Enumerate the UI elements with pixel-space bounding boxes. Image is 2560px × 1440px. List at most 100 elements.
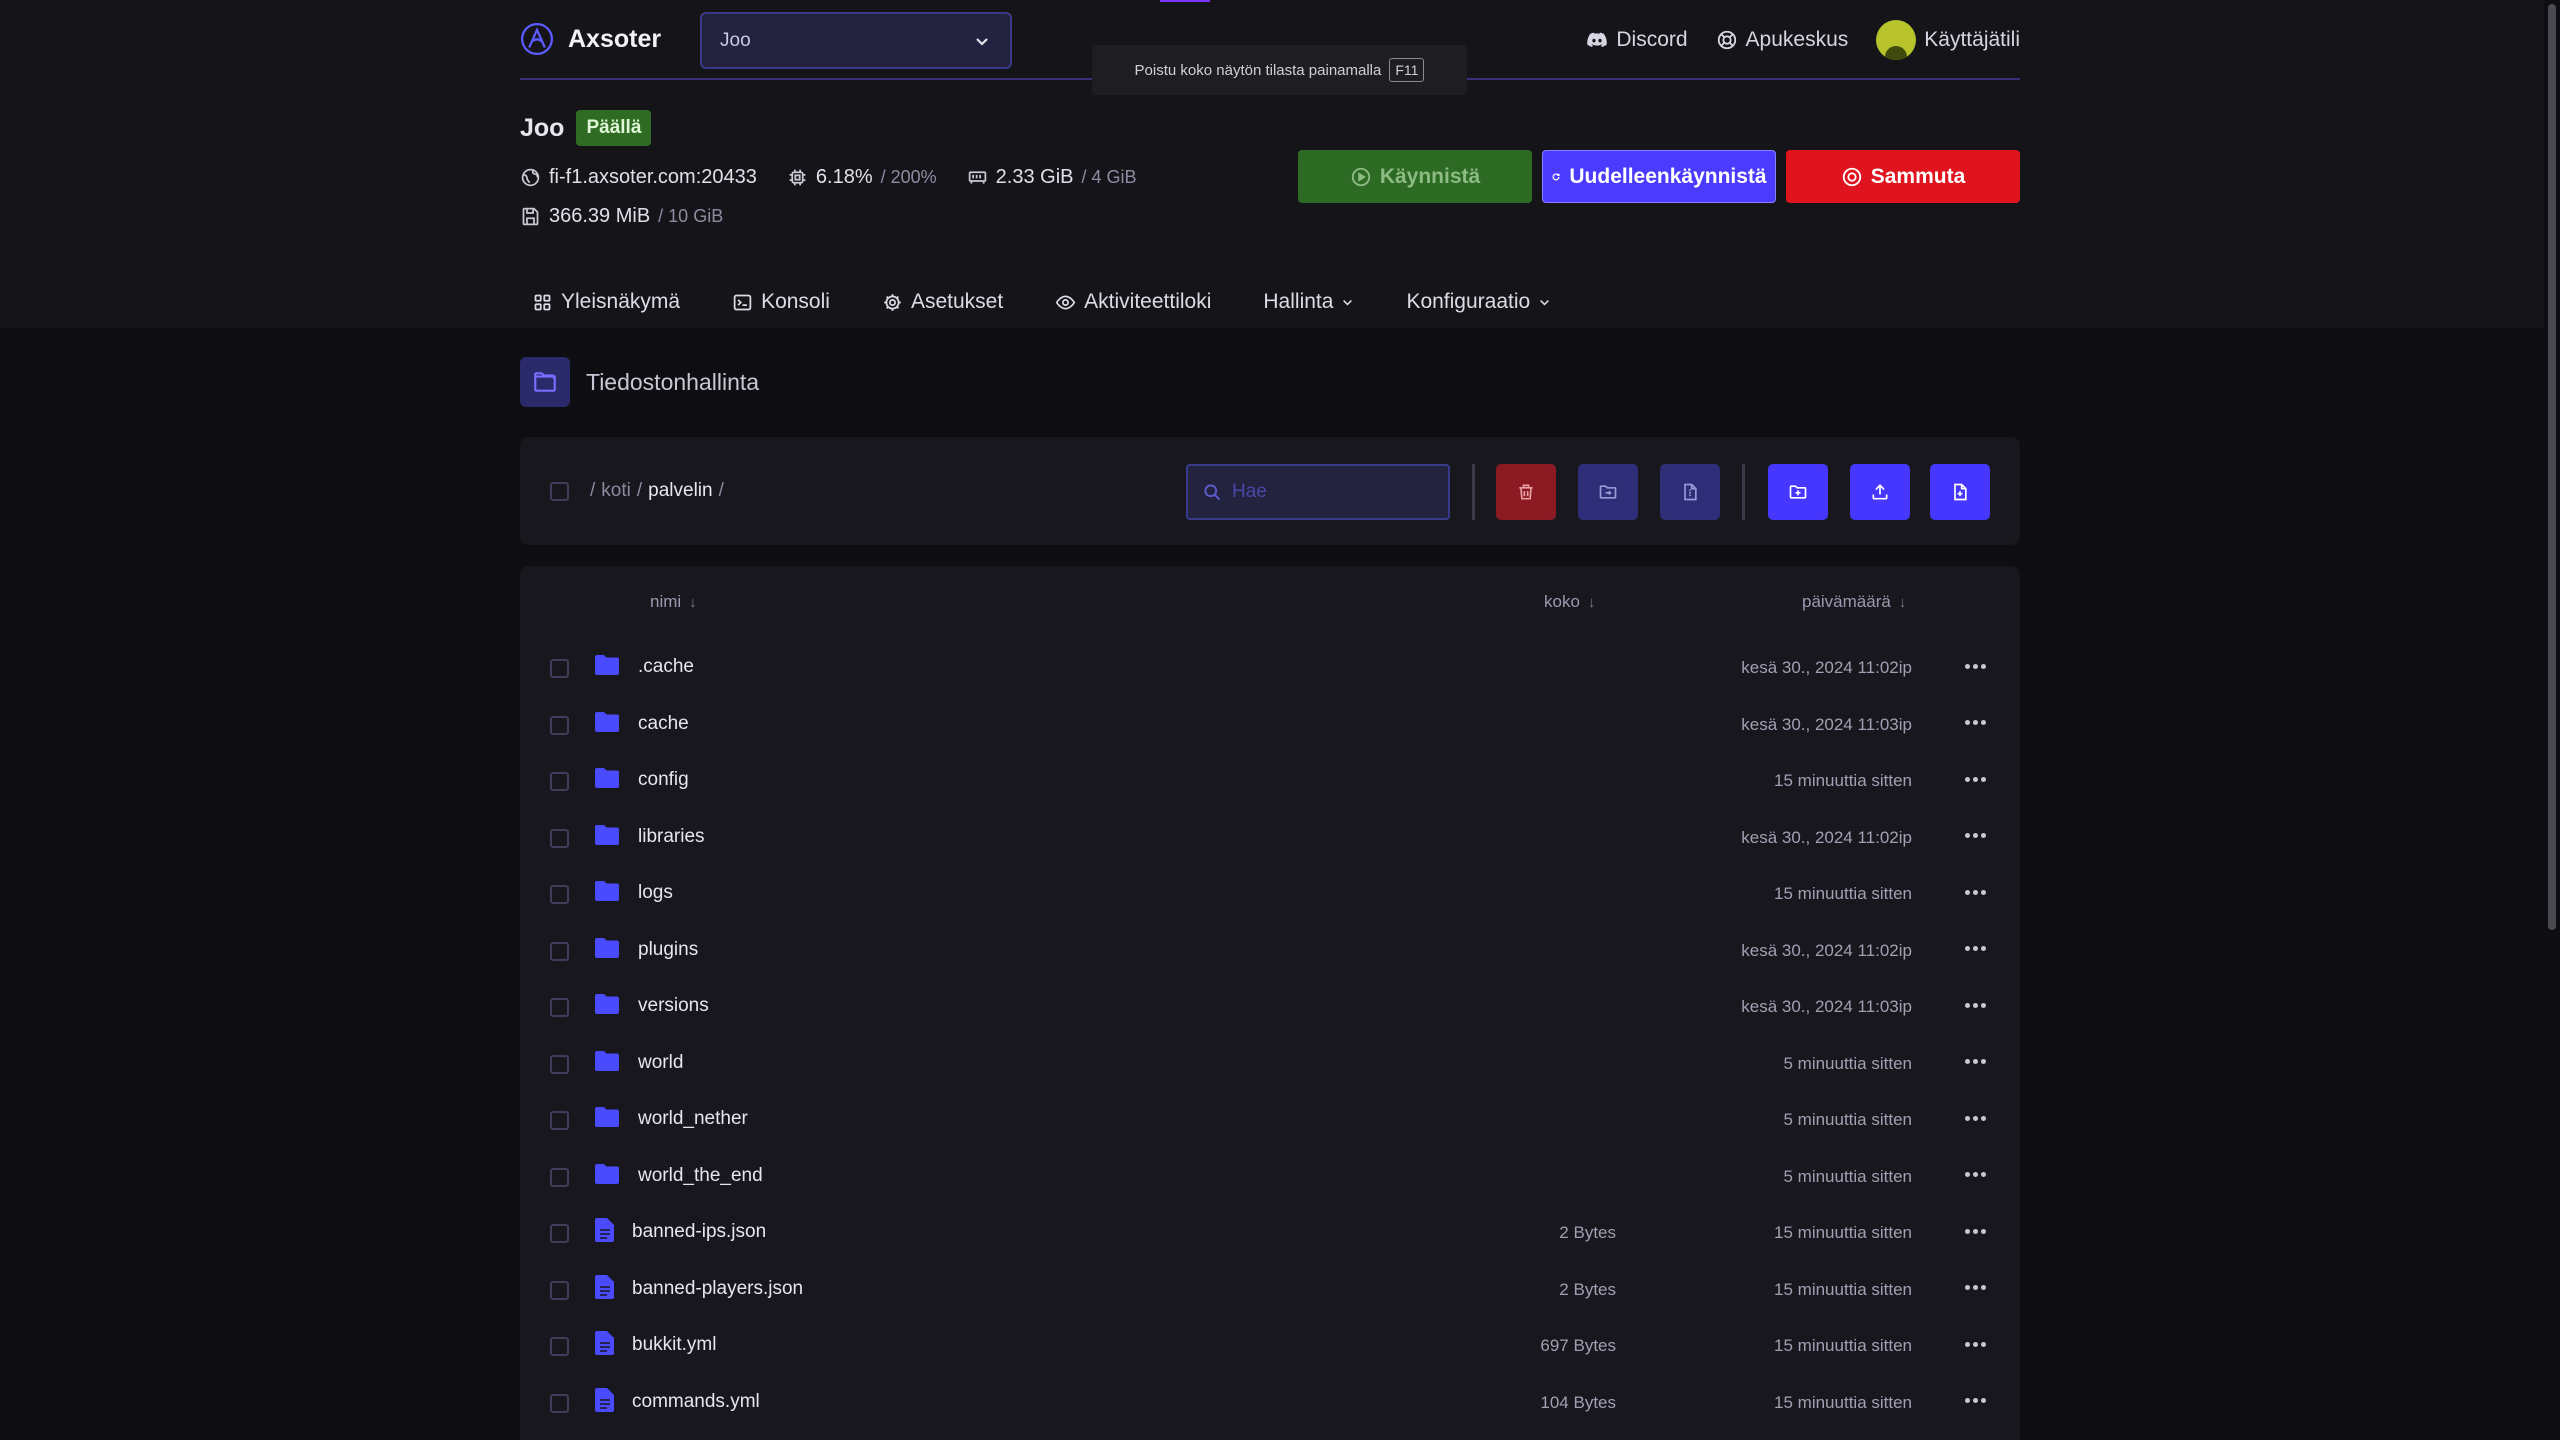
tab-console[interactable]: Konsoli — [732, 290, 830, 314]
more-actions-icon[interactable] — [1960, 767, 1990, 791]
tab-manage[interactable]: Hallinta — [1263, 290, 1354, 314]
table-row[interactable]: logs 15 minuuttia sitten — [520, 864, 2020, 920]
row-checkbox[interactable] — [550, 1111, 569, 1130]
file-name[interactable]: commands.yml — [632, 1391, 760, 1413]
column-name[interactable]: nimi ↓ — [650, 592, 697, 612]
file-name[interactable]: .cache — [638, 656, 694, 678]
table-row[interactable]: versions kesä 30., 2024 11:03ip — [520, 977, 2020, 1033]
row-checkbox[interactable] — [550, 885, 569, 904]
new-file-button[interactable] — [1930, 464, 1990, 520]
cpu-icon — [789, 169, 806, 186]
more-actions-icon[interactable] — [1960, 993, 1990, 1017]
tab-settings[interactable]: Asetukset — [882, 290, 1003, 314]
select-all-checkbox[interactable] — [550, 482, 569, 501]
more-actions-icon[interactable] — [1960, 654, 1990, 678]
breadcrumb-root[interactable]: / — [590, 480, 595, 502]
row-checkbox[interactable] — [550, 1393, 569, 1413]
tab-config[interactable]: Konfiguraatio — [1406, 290, 1551, 314]
table-row[interactable]: eula.txt9 Byteskesä 30., 2024 10:45ip — [520, 1429, 2020, 1440]
file-name[interactable]: bukkit.yml — [632, 1334, 716, 1356]
table-row[interactable]: cache kesä 30., 2024 11:03ip — [520, 695, 2020, 751]
file-name[interactable]: banned-ips.json — [632, 1221, 766, 1243]
cpu-stat: 6.18% / 200% — [787, 166, 937, 189]
row-checkbox[interactable] — [550, 1337, 569, 1356]
breadcrumb-current[interactable]: palvelin — [648, 480, 712, 502]
more-actions-icon[interactable] — [1960, 880, 1990, 904]
stop-button[interactable]: Sammuta — [1786, 150, 2020, 203]
help-center-link[interactable]: Apukeskus — [1716, 28, 1848, 52]
file-name[interactable]: plugins — [638, 939, 698, 961]
more-actions-icon[interactable] — [1960, 1163, 1990, 1187]
new-folder-button[interactable] — [1768, 464, 1828, 520]
more-actions-icon[interactable] — [1960, 1219, 1990, 1243]
tab-overview[interactable]: Yleisnäkymä — [532, 290, 680, 314]
file-name[interactable]: versions — [638, 995, 709, 1017]
move-button[interactable] — [1578, 464, 1638, 520]
save-disk-icon — [522, 207, 539, 226]
file-name[interactable]: world_the_end — [638, 1165, 763, 1187]
file-icon — [594, 1274, 616, 1300]
row-checkbox[interactable] — [550, 1054, 569, 1074]
row-checkbox[interactable] — [550, 828, 569, 848]
brand-logo[interactable]: Axsoter — [520, 22, 661, 56]
file-name[interactable]: world_nether — [638, 1108, 748, 1130]
archive-button[interactable] — [1660, 464, 1720, 520]
restart-button[interactable]: Uudelleenkäynnistä — [1542, 150, 1776, 203]
discord-link[interactable]: Discord — [1586, 28, 1688, 52]
row-checkbox[interactable] — [550, 1280, 569, 1300]
row-checkbox[interactable] — [550, 715, 569, 735]
more-actions-icon[interactable] — [1960, 1106, 1990, 1130]
row-checkbox[interactable] — [550, 1167, 569, 1187]
more-actions-icon[interactable] — [1960, 1389, 1990, 1413]
server-select[interactable]: Joo — [700, 12, 1012, 69]
search-box[interactable] — [1186, 464, 1450, 520]
table-row[interactable]: world_the_end 5 minuuttia sitten — [520, 1147, 2020, 1203]
toolbar-divider — [1472, 464, 1475, 520]
more-actions-icon[interactable] — [1960, 824, 1990, 848]
page-scrollbar[interactable] — [2544, 0, 2560, 1440]
table-row[interactable]: plugins kesä 30., 2024 11:02ip — [520, 921, 2020, 977]
fullscreen-key: F11 — [1389, 58, 1425, 82]
table-row[interactable]: bukkit.yml 697 Bytes 15 minuuttia sitten — [520, 1316, 2020, 1372]
table-row[interactable]: banned-ips.json 2 Bytes 15 minuuttia sitte… — [520, 1203, 2020, 1259]
row-checkbox[interactable] — [550, 941, 569, 961]
row-checkbox[interactable] — [550, 772, 569, 791]
start-button[interactable]: Käynnistä — [1298, 150, 1532, 203]
account-link[interactable]: Käyttäjätili — [1876, 20, 2020, 60]
row-checkbox[interactable] — [550, 659, 569, 678]
table-row[interactable]: libraries kesä 30., 2024 11:02ip — [520, 808, 2020, 864]
delete-button[interactable] — [1496, 464, 1556, 520]
table-row[interactable]: .cache kesä 30., 2024 11:02ip — [520, 638, 2020, 694]
more-actions-icon[interactable] — [1960, 711, 1990, 735]
table-row[interactable]: config 15 minuuttia sitten — [520, 751, 2020, 807]
folder-icon — [594, 711, 620, 733]
file-name[interactable]: libraries — [638, 826, 705, 848]
more-actions-icon[interactable] — [1960, 937, 1990, 961]
file-size: 2 Bytes — [1559, 1223, 1616, 1242]
file-name[interactable]: world — [638, 1052, 683, 1074]
table-row[interactable]: banned-players.json 2 Bytes 15 minuuttia s… — [520, 1260, 2020, 1316]
search-input[interactable] — [1232, 481, 1432, 503]
file-name[interactable]: config — [638, 769, 689, 791]
server-address[interactable]: fi-f1.axsoter.com:20433 — [549, 166, 757, 189]
more-actions-icon[interactable] — [1960, 1276, 1990, 1300]
file-name[interactable]: cache — [638, 713, 689, 735]
table-row[interactable]: commands.yml 104 Bytes 15 minuuttia sitten — [520, 1373, 2020, 1429]
column-date[interactable]: päivämäärä ↓ — [1802, 592, 1906, 612]
tab-activity[interactable]: Aktiviteettiloki — [1055, 290, 1211, 314]
more-actions-icon[interactable] — [1960, 1050, 1990, 1074]
file-name[interactable]: logs — [638, 882, 673, 904]
row-checkbox[interactable] — [550, 998, 569, 1017]
file-archive-icon — [1684, 483, 1697, 501]
chevron-down-icon — [1540, 299, 1550, 306]
file-name[interactable]: banned-players.json — [632, 1278, 803, 1300]
more-actions-icon[interactable] — [1960, 1332, 1990, 1356]
column-size[interactable]: koko ↓ — [1544, 592, 1595, 612]
table-row[interactable]: world_nether 5 minuuttia sitten — [520, 1090, 2020, 1146]
table-row[interactable]: world 5 minuuttia sitten — [520, 1034, 2020, 1090]
file-plus-icon — [1954, 483, 1967, 501]
row-checkbox[interactable] — [550, 1224, 569, 1243]
upload-button[interactable] — [1850, 464, 1910, 520]
breadcrumb-home[interactable]: koti — [601, 480, 631, 502]
scrollbar-thumb[interactable] — [2548, 4, 2556, 930]
